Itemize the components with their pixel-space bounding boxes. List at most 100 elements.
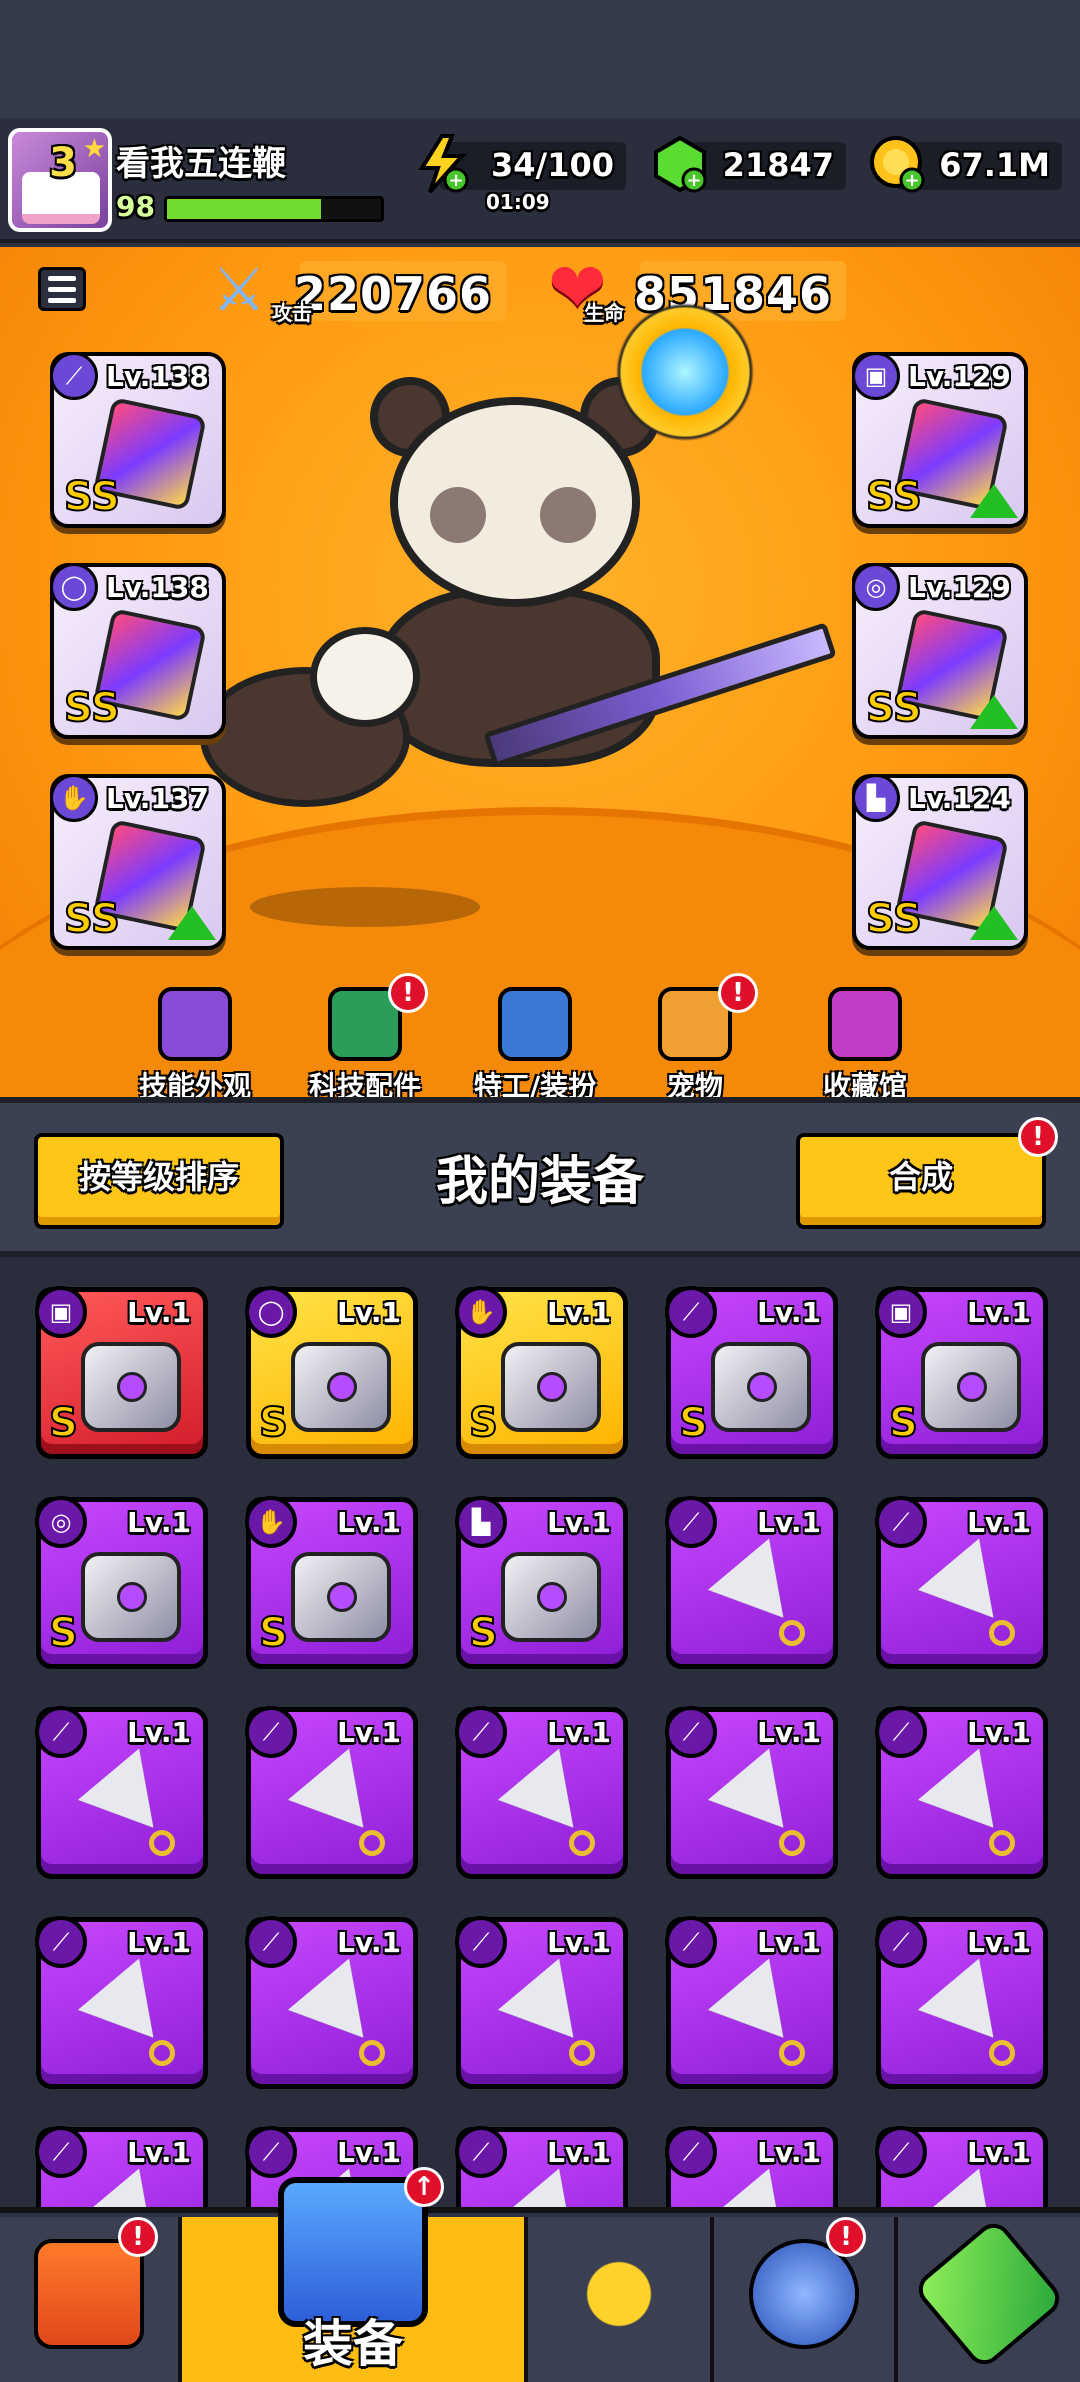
item-level: Lv.1 bbox=[967, 1506, 1031, 1539]
gem-icon: + bbox=[654, 135, 707, 193]
menu-button[interactable] bbox=[38, 267, 86, 311]
inventory-item[interactable]: ⟋ Lv.1 bbox=[875, 1706, 1048, 1879]
category-label: 收藏馆 bbox=[822, 1070, 907, 1097]
category-button-1[interactable]: 科技配件! bbox=[290, 973, 440, 1097]
status-bar bbox=[0, 0, 1080, 118]
item-level: Lv.1 bbox=[757, 2136, 821, 2169]
belt-icon bbox=[81, 1552, 181, 1642]
slot-grade: SS bbox=[63, 684, 121, 732]
item-type-icon: ⟋ bbox=[875, 2126, 927, 2178]
inventory-item[interactable]: ⟋ Lv.1 bbox=[245, 1706, 418, 1879]
tab-dna[interactable] bbox=[898, 2216, 1080, 2382]
slot-grade: SS bbox=[865, 473, 923, 521]
item-type-icon: ⟋ bbox=[665, 1496, 717, 1548]
inventory-item[interactable]: ✋ Lv.1 S bbox=[455, 1286, 628, 1459]
inventory-item[interactable]: ⟋ Lv.1 bbox=[665, 1706, 838, 1879]
equipped-slot-left-0[interactable]: ⟋ Lv.138 SS bbox=[50, 352, 226, 528]
item-level: Lv.1 bbox=[757, 1506, 821, 1539]
inventory-item[interactable]: ⟋ Lv.1 bbox=[665, 1916, 838, 2089]
lightning-staff bbox=[610, 297, 760, 447]
item-type-icon: ⟋ bbox=[455, 1706, 507, 1758]
xp-bar bbox=[164, 196, 384, 222]
category-label: 宠物 bbox=[666, 1070, 723, 1097]
item-type-icon: ⟋ bbox=[455, 2126, 507, 2178]
inventory-item[interactable]: ⟋ Lv.1 bbox=[875, 2126, 1048, 2207]
inventory-item[interactable]: ◯ Lv.1 S bbox=[245, 1286, 418, 1459]
inventory-item[interactable]: ⟋ Lv.1 bbox=[245, 1916, 418, 2089]
inventory-item[interactable]: ⟋ Lv.1 bbox=[875, 1496, 1048, 1669]
inventory-item[interactable]: ▙ Lv.1 S bbox=[455, 1496, 628, 1669]
item-level: Lv.1 bbox=[127, 1716, 191, 1749]
item-type-icon: ⟋ bbox=[875, 1496, 927, 1548]
slot-level: Lv.129 bbox=[908, 571, 1011, 604]
inventory-item[interactable]: ⟋ Lv.1 bbox=[455, 1706, 628, 1879]
tab-planet[interactable]: ! bbox=[714, 2217, 898, 2382]
inventory-item[interactable]: ⟋ Lv.1 S bbox=[665, 1286, 838, 1459]
kunai-icon bbox=[707, 2168, 815, 2207]
crown-icon: ★ bbox=[82, 134, 106, 164]
bottom-tab-bar: ! 装备 ↑ ! bbox=[0, 2167, 1080, 2382]
energy-icon: + bbox=[418, 134, 469, 194]
player-level: 98 bbox=[116, 190, 155, 223]
attack-sword-icon: ⚔ bbox=[212, 255, 266, 325]
inventory-item[interactable]: ⟋ Lv.1 bbox=[35, 1706, 208, 1879]
tab-equipment[interactable]: 装备 ↑ bbox=[182, 2167, 528, 2382]
merge-button[interactable]: 合成 bbox=[796, 1133, 1046, 1229]
inventory-item[interactable]: ▣ Lv.1 S bbox=[875, 1286, 1048, 1459]
category-button-4[interactable]: 收藏馆 bbox=[790, 987, 940, 1097]
item-level: Lv.1 bbox=[547, 1506, 611, 1539]
inventory-item[interactable]: ⟋ Lv.1 bbox=[35, 2126, 208, 2207]
inventory-item[interactable]: ⟋ Lv.1 bbox=[665, 1496, 838, 1669]
inventory-item[interactable]: ✋ Lv.1 S bbox=[245, 1496, 418, 1669]
upgrade-arrow-icon bbox=[970, 484, 1018, 518]
player-avatar[interactable]: 3 ★ bbox=[8, 128, 112, 232]
inventory-item[interactable]: ⟋ Lv.1 bbox=[455, 2126, 628, 2207]
tab-battle[interactable] bbox=[528, 2217, 714, 2382]
dna-icon bbox=[911, 2216, 1067, 2372]
category-button-3[interactable]: 宠物! bbox=[620, 973, 770, 1097]
inventory-item[interactable]: ⟋ Lv.1 bbox=[665, 2126, 838, 2207]
inventory-item[interactable]: ◎ Lv.1 S bbox=[35, 1496, 208, 1669]
equipped-slot-left-1[interactable]: ◯ Lv.138 SS bbox=[50, 563, 226, 739]
item-level: Lv.1 bbox=[127, 1296, 191, 1329]
inventory-item[interactable]: ⟋ Lv.1 bbox=[35, 1916, 208, 2089]
item-type-icon: ▣ bbox=[35, 1286, 87, 1338]
item-type-icon: ◯ bbox=[245, 1286, 297, 1338]
item-type-icon: ⟋ bbox=[35, 1916, 87, 1968]
item-grade: S bbox=[258, 1609, 289, 1657]
item-grade: S bbox=[468, 1399, 499, 1447]
slot-grade: SS bbox=[865, 684, 923, 732]
category-button-2[interactable]: 特工/装扮 bbox=[460, 987, 610, 1097]
energy-timer: 01:09 bbox=[486, 190, 550, 214]
slot-level: Lv.129 bbox=[908, 360, 1011, 393]
armor-icon bbox=[921, 1342, 1021, 1432]
inventory-item[interactable]: ⟋ Lv.1 bbox=[455, 1916, 628, 2089]
category-label: 科技配件 bbox=[308, 1070, 421, 1097]
item-level: Lv.1 bbox=[967, 1716, 1031, 1749]
item-type-icon: ⟋ bbox=[665, 1706, 717, 1758]
item-type-icon: ⟋ bbox=[35, 1706, 87, 1758]
merge-alert-badge: ! bbox=[1018, 1117, 1058, 1157]
tab-shop[interactable]: ! bbox=[0, 2217, 182, 2382]
category-alert-badge: ! bbox=[718, 973, 758, 1013]
slot-level: Lv.138 bbox=[106, 571, 209, 604]
equipped-slot-right-0[interactable]: ▣ Lv.129 SS bbox=[852, 352, 1028, 528]
eagle-pet bbox=[200, 627, 430, 807]
inventory-item[interactable]: ⟋ Lv.1 bbox=[875, 1916, 1048, 2089]
item-level: Lv.1 bbox=[547, 2136, 611, 2169]
item-level: Lv.1 bbox=[967, 1296, 1031, 1329]
belt-icon: ◎ bbox=[852, 563, 900, 611]
category-icon bbox=[498, 987, 572, 1061]
item-grade: S bbox=[258, 1399, 289, 1447]
item-level: Lv.1 bbox=[127, 1926, 191, 1959]
equipped-slot-left-2[interactable]: ✋ Lv.137 SS bbox=[50, 774, 226, 950]
item-level: Lv.1 bbox=[547, 1716, 611, 1749]
category-label: 特工/装扮 bbox=[473, 1070, 597, 1097]
category-button-0[interactable]: 技能外观 bbox=[120, 987, 270, 1097]
avatar-rank: 3 bbox=[49, 140, 77, 186]
equipped-slot-right-1[interactable]: ◎ Lv.129 SS bbox=[852, 563, 1028, 739]
inventory-item[interactable]: ▣ Lv.1 S bbox=[35, 1286, 208, 1459]
item-type-icon: ⟋ bbox=[245, 1706, 297, 1758]
equipped-slot-right-2[interactable]: ▙ Lv.124 SS bbox=[852, 774, 1028, 950]
category-icon bbox=[828, 987, 902, 1061]
